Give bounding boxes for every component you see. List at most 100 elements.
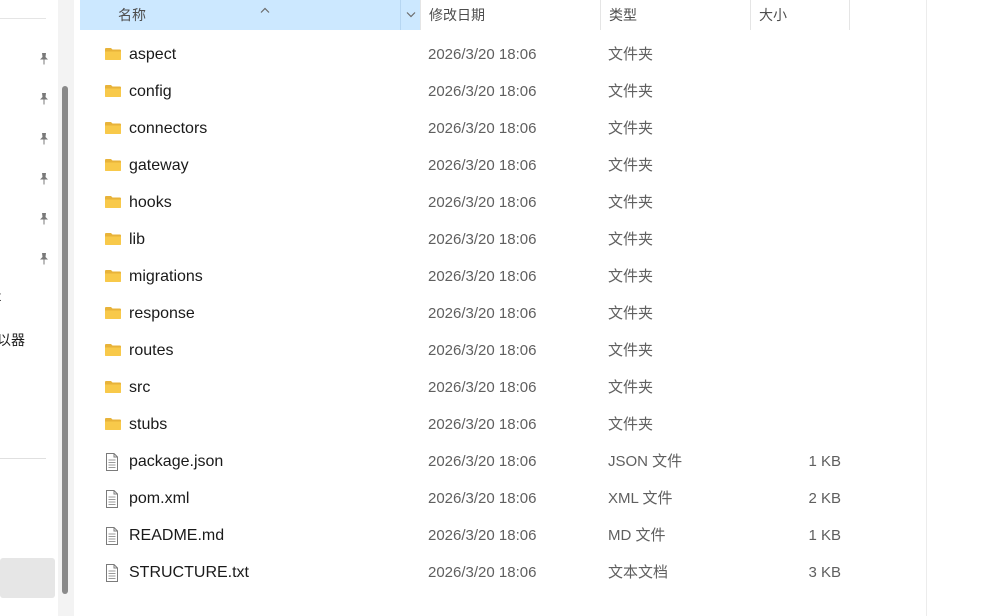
column-filter-dropdown[interactable] — [400, 0, 420, 30]
column-header-bar: 名称 修改日期 类型 大小 — [80, 0, 984, 30]
file-type: JSON 文件 — [608, 453, 683, 470]
file-name: src — [129, 379, 151, 396]
file-size: 1 KB — [808, 453, 841, 470]
nav-item-label[interactable]: t — [0, 288, 1, 304]
file-type: 文本文档 — [608, 564, 669, 581]
file-name: hooks — [129, 194, 172, 211]
file-size: 2 KB — [808, 490, 841, 507]
file-size — [750, 221, 841, 258]
file-date-modified: 2026/3/20 18:06 — [428, 83, 537, 100]
file-name: lib — [129, 231, 146, 248]
nav-top-item[interactable] — [0, 0, 46, 19]
file-type: MD 文件 — [608, 527, 666, 544]
pin-icon[interactable] — [37, 172, 51, 186]
file-row[interactable]: stubs 2026/3/20 18:06 文件夹 — [80, 406, 870, 443]
pin-icon[interactable] — [37, 252, 51, 266]
column-header-date-label: 修改日期 — [429, 7, 485, 23]
file-date-modified: 2026/3/20 18:06 — [428, 46, 537, 63]
file-row[interactable]: routes 2026/3/20 18:06 文件夹 — [80, 332, 870, 369]
file-row[interactable]: migrations 2026/3/20 18:06 文件夹 — [80, 258, 870, 295]
file-name: package.json — [129, 453, 224, 470]
nav-scrollbar-thumb[interactable] — [62, 86, 68, 594]
folder-icon — [104, 342, 122, 360]
file-date-modified: 2026/3/20 18:06 — [428, 268, 537, 285]
file-name: connectors — [129, 120, 208, 137]
column-header-name-label: 名称 — [118, 7, 146, 23]
file-type: 文件夹 — [608, 379, 654, 396]
file-type: 文件夹 — [608, 46, 654, 63]
file-type: 文件夹 — [608, 231, 654, 248]
folder-icon — [104, 194, 122, 212]
column-header-type-label: 类型 — [609, 7, 637, 23]
file-date-modified: 2026/3/20 18:06 — [428, 305, 537, 322]
file-size — [750, 406, 841, 443]
file-date-modified: 2026/3/20 18:06 — [428, 416, 537, 433]
file-date-modified: 2026/3/20 18:06 — [428, 194, 537, 211]
column-header-size[interactable]: 大小 — [750, 0, 850, 30]
file-list: 名称 修改日期 类型 大小 aspect 2026/3/20 18:06 文件夹 co… — [80, 0, 984, 616]
folder-icon — [104, 120, 122, 138]
file-type: 文件夹 — [608, 120, 654, 137]
pin-icon[interactable] — [37, 212, 51, 226]
column-header-name[interactable]: 名称 — [80, 0, 420, 30]
file-size — [750, 73, 841, 110]
pin-icon[interactable] — [37, 92, 51, 106]
pin-icon[interactable] — [37, 132, 51, 146]
document-icon — [104, 527, 122, 545]
file-size: 1 KB — [808, 527, 841, 544]
file-date-modified: 2026/3/20 18:06 — [428, 120, 537, 137]
file-size — [750, 295, 841, 332]
file-size — [750, 258, 841, 295]
file-row[interactable]: gateway 2026/3/20 18:06 文件夹 — [80, 147, 870, 184]
file-row[interactable]: package.json 2026/3/20 18:06 JSON 文件 1 KB — [80, 443, 870, 480]
file-row[interactable]: hooks 2026/3/20 18:06 文件夹 — [80, 184, 870, 221]
nav-item-label[interactable]: 以器 — [0, 330, 25, 350]
file-date-modified: 2026/3/20 18:06 — [428, 379, 537, 396]
file-row[interactable]: connectors 2026/3/20 18:06 文件夹 — [80, 110, 870, 147]
file-size: 3 KB — [808, 564, 841, 581]
file-date-modified: 2026/3/20 18:06 — [428, 342, 537, 359]
file-name: routes — [129, 342, 174, 359]
file-row[interactable]: STRUCTURE.txt 2026/3/20 18:06 文本文档 3 KB — [80, 554, 870, 591]
folder-icon — [104, 416, 122, 434]
file-date-modified: 2026/3/20 18:06 — [428, 490, 537, 507]
file-name: aspect — [129, 46, 177, 63]
file-type: 文件夹 — [608, 416, 654, 433]
file-name: STRUCTURE.txt — [129, 564, 249, 581]
folder-icon — [104, 157, 122, 175]
file-size — [750, 332, 841, 369]
file-type: 文件夹 — [608, 157, 654, 174]
file-row[interactable]: aspect 2026/3/20 18:06 文件夹 — [80, 36, 870, 73]
pane-divider — [926, 0, 927, 616]
folder-icon — [104, 83, 122, 101]
file-type: XML 文件 — [608, 490, 673, 507]
column-header-type[interactable]: 类型 — [600, 0, 750, 30]
document-icon — [104, 490, 122, 508]
column-header-date[interactable]: 修改日期 — [420, 0, 600, 30]
folder-icon — [104, 379, 122, 397]
file-size — [750, 36, 841, 73]
file-name: config — [129, 83, 172, 100]
folder-icon — [104, 268, 122, 286]
file-type: 文件夹 — [608, 83, 654, 100]
file-row[interactable]: response 2026/3/20 18:06 文件夹 — [80, 295, 870, 332]
pin-icon[interactable] — [37, 52, 51, 66]
folder-icon — [104, 231, 122, 249]
file-size — [750, 147, 841, 184]
file-date-modified: 2026/3/20 18:06 — [428, 157, 537, 174]
file-type: 文件夹 — [608, 194, 654, 211]
file-date-modified: 2026/3/20 18:06 — [428, 231, 537, 248]
file-date-modified: 2026/3/20 18:06 — [428, 453, 537, 470]
chevron-down-icon — [406, 12, 416, 18]
file-row[interactable]: src 2026/3/20 18:06 文件夹 — [80, 369, 870, 406]
file-type: 文件夹 — [608, 305, 654, 322]
nav-selected-item[interactable] — [0, 558, 55, 598]
file-size — [750, 184, 841, 221]
file-name: gateway — [129, 157, 189, 174]
file-row[interactable]: config 2026/3/20 18:06 文件夹 — [80, 73, 870, 110]
document-icon — [104, 564, 122, 582]
file-name: response — [129, 305, 195, 322]
file-row[interactable]: README.md 2026/3/20 18:06 MD 文件 1 KB — [80, 517, 870, 554]
file-row[interactable]: lib 2026/3/20 18:06 文件夹 — [80, 221, 870, 258]
file-row[interactable]: pom.xml 2026/3/20 18:06 XML 文件 2 KB — [80, 480, 870, 517]
